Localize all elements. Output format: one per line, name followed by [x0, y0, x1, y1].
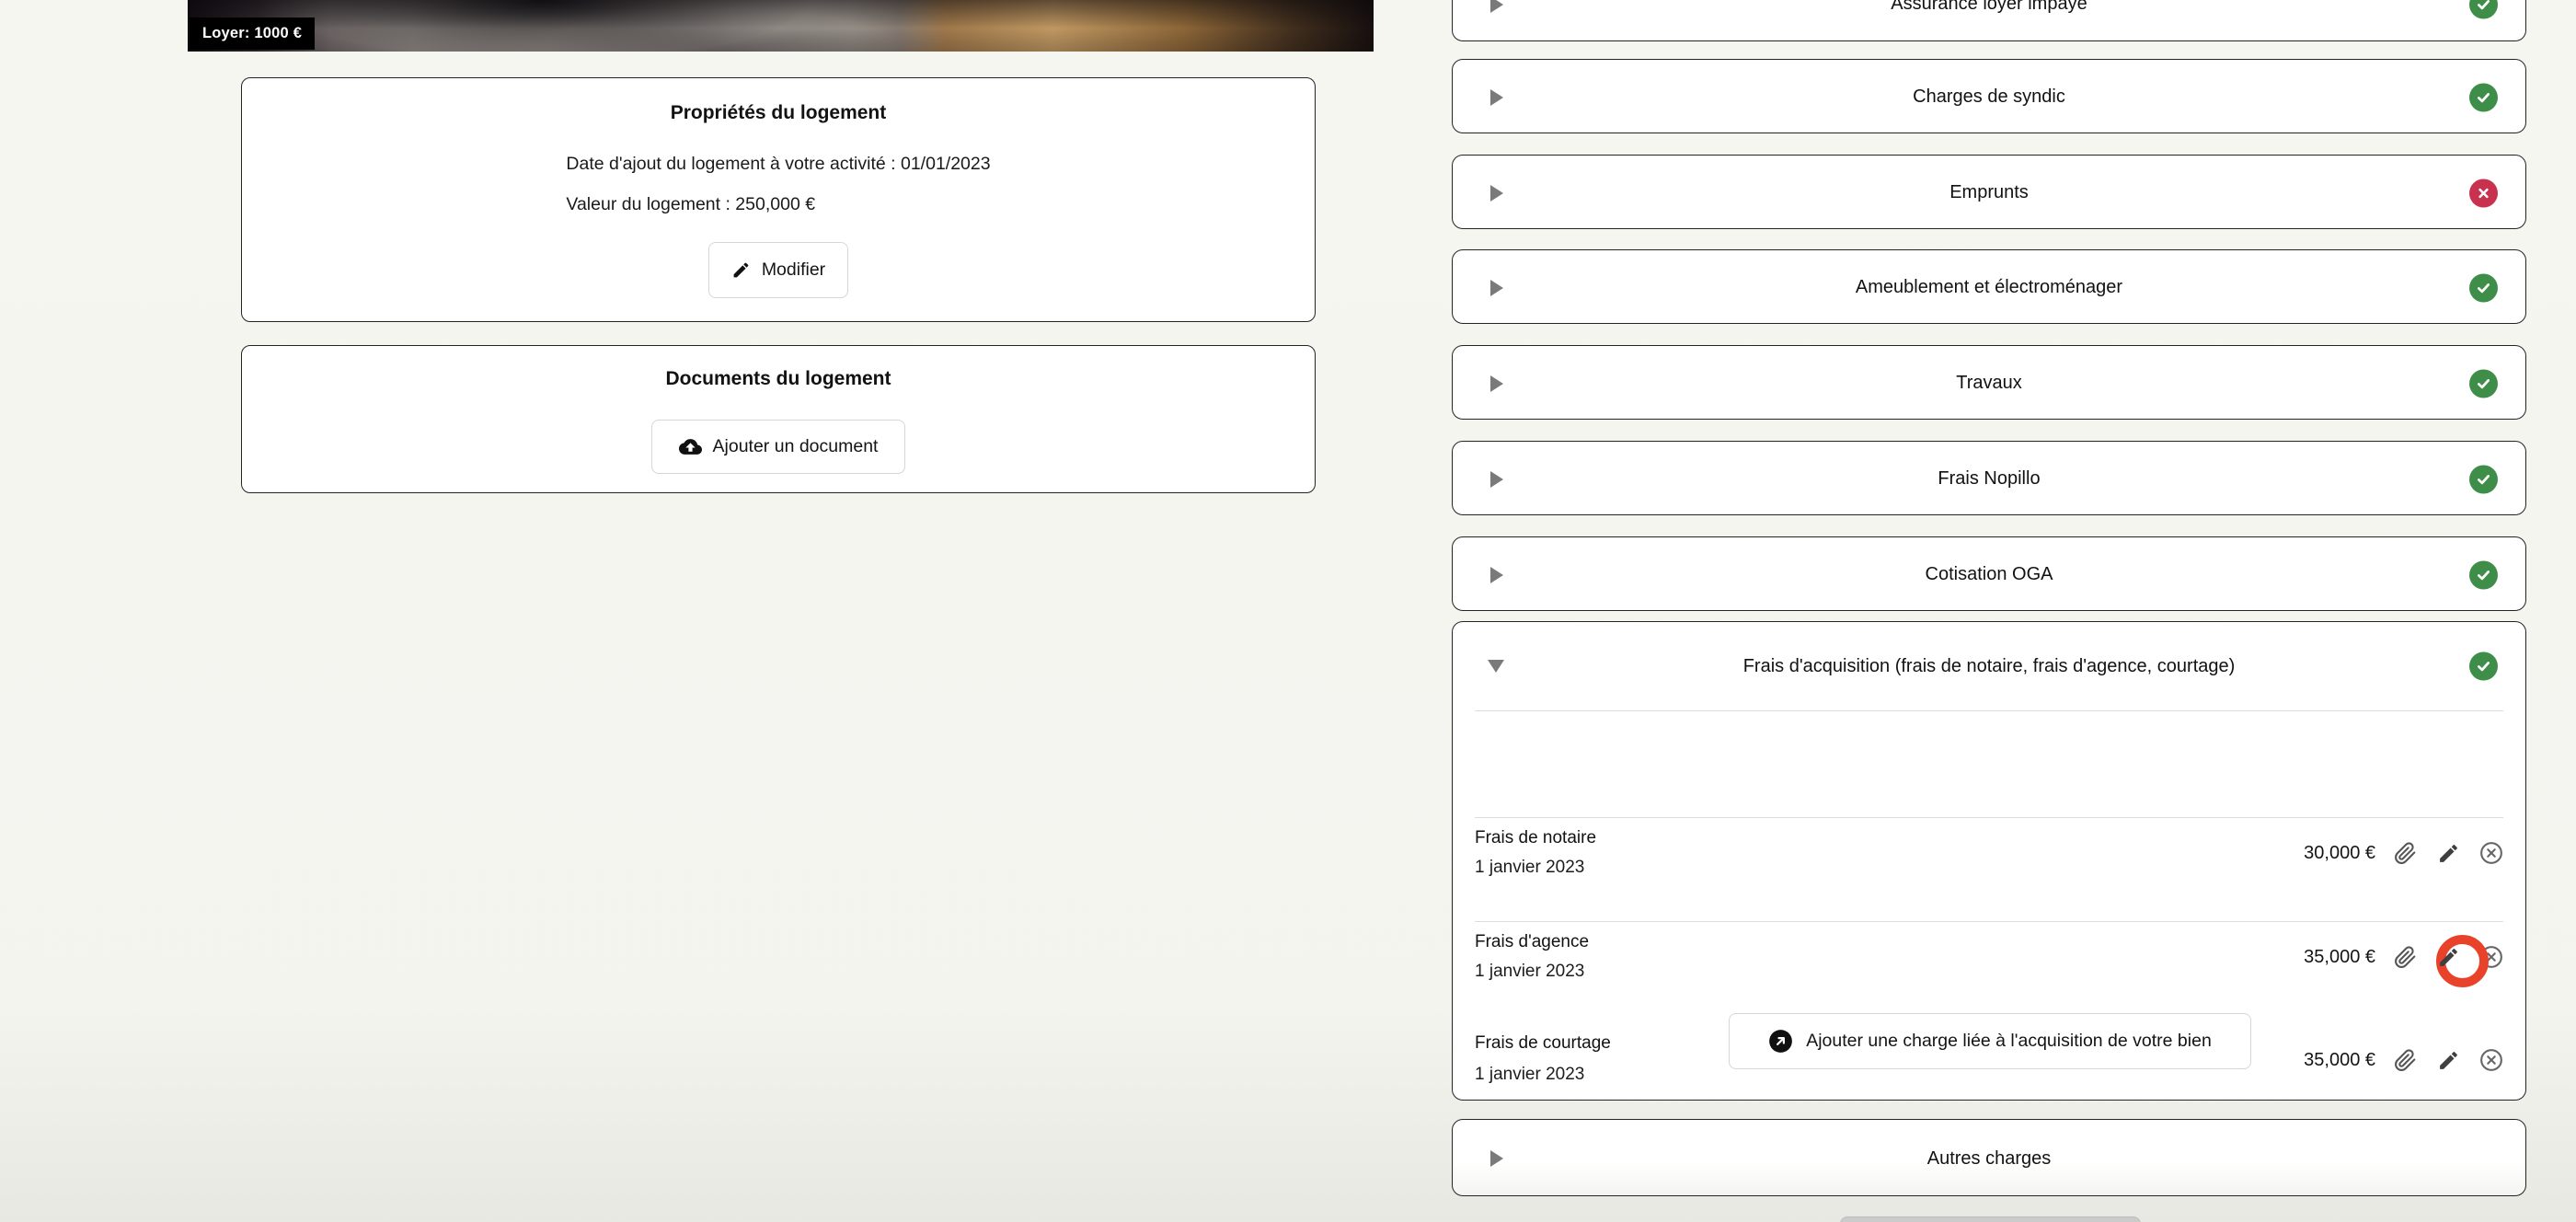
accordion-label: Frais d'acquisition (frais de notaire, f… [1742, 655, 2236, 676]
status-ok-icon [2469, 83, 2498, 111]
edit-icon[interactable] [2434, 943, 2462, 971]
status-error-icon [2469, 179, 2498, 207]
accordion-label: Autres charges [1926, 1147, 2052, 1169]
property-added-date: Date d'ajout du logement à votre activit… [566, 154, 991, 174]
properties-card: Propriétés du logement Date d'ajout du l… [241, 77, 1316, 322]
fee-name: Frais de courtage [1475, 1033, 1611, 1053]
fee-date: 1 janvier 2023 [1475, 858, 1585, 877]
fee-date: 1 janvier 2023 [1475, 1065, 1585, 1084]
status-ok-icon [2469, 651, 2498, 681]
attachment-icon[interactable] [2391, 1046, 2419, 1074]
chevron-right-icon [1490, 184, 1503, 202]
fee-date: 1 janvier 2023 [1475, 962, 1585, 981]
accordion-assurance-loyer-impaye: Assurance loyer impayé [1452, 0, 2526, 41]
chevron-right-icon [1490, 375, 1503, 392]
attachment-icon[interactable] [2391, 839, 2419, 867]
accordion-charges-de-syndic: Charges de syndic [1452, 59, 2526, 133]
accordion-header[interactable]: Emprunts [1453, 156, 2525, 230]
property-photo: Loyer: 1000 € [188, 0, 1374, 52]
properties-card-title: Propriétés du logement [670, 102, 887, 123]
chevron-down-icon [1488, 660, 1504, 673]
divider [1475, 710, 2503, 711]
accordion-autres-charges: Autres charges [1452, 1119, 2526, 1196]
accordion-header[interactable]: Travaux [1453, 346, 2525, 421]
accordion-cotisation-oga: Cotisation OGA [1452, 536, 2526, 611]
fee-name: Frais d'agence [1475, 932, 1590, 951]
rent-badge: Loyer: 1000 € [190, 17, 316, 50]
fee-name: Frais de notaire [1475, 828, 1597, 847]
documents-card: Documents du logement Ajouter un documen… [241, 345, 1316, 493]
edit-property-button[interactable]: Modifier [708, 242, 848, 298]
cloud-upload-icon [678, 435, 702, 458]
accordion-ameublement: Ameublement et électroménager [1452, 249, 2526, 324]
fee-amount: 30,000 € [2304, 842, 2375, 863]
accordion-header[interactable]: Charges de syndic [1453, 60, 2525, 134]
accordion-label: Assurance loyer impayé [1891, 0, 2087, 14]
pencil-icon [731, 260, 751, 280]
chevron-right-icon [1490, 470, 1503, 488]
add-charge-label: Ajouter une charge liée à l'acquisition … [1806, 1031, 2212, 1051]
delete-icon[interactable] [2478, 1046, 2505, 1074]
accordion-label: Frais Nopillo [1938, 468, 2041, 489]
accordion-header[interactable]: Cotisation OGA [1453, 537, 2525, 612]
accordion-header[interactable]: Autres charges [1453, 1120, 2525, 1197]
fee-amount: 35,000 € [2304, 1049, 2375, 1070]
add-document-button[interactable]: Ajouter un document [651, 420, 905, 474]
status-ok-icon [2469, 560, 2498, 589]
chevron-right-icon [1490, 566, 1503, 583]
attachment-icon[interactable] [2391, 943, 2419, 971]
status-ok-icon [2469, 465, 2498, 493]
accordion-label: Charges de syndic [1913, 86, 2065, 107]
chevron-right-icon [1490, 279, 1503, 296]
accordion-travaux: Travaux [1452, 345, 2526, 420]
accordion-header[interactable]: Frais d'acquisition (frais de notaire, f… [1453, 622, 2525, 710]
accordion-header[interactable]: Frais Nopillo [1453, 442, 2525, 516]
status-ok-icon [2469, 0, 2498, 18]
documents-card-title: Documents du logement [665, 368, 891, 389]
status-ok-icon [2469, 273, 2498, 302]
chevron-right-icon [1490, 88, 1503, 106]
divider [1475, 817, 2503, 818]
accordion-header[interactable]: Assurance loyer impayé [1453, 0, 2525, 41]
accordion-label: Travaux [1956, 373, 2022, 393]
accordion-label: Emprunts [1949, 182, 2029, 202]
property-value: Valeur du logement : 250,000 € [566, 194, 816, 214]
add-acquisition-charge-button[interactable]: Ajouter une charge liée à l'acquisition … [1729, 1013, 2251, 1069]
chevron-right-icon [1490, 1150, 1503, 1167]
accordion-label: Cotisation OGA [1925, 564, 2053, 584]
add-document-label: Ajouter un document [712, 436, 879, 456]
delete-icon[interactable] [2478, 839, 2505, 867]
accordion-frais-nopillo: Frais Nopillo [1452, 441, 2526, 515]
fee-amount: 35,000 € [2304, 946, 2375, 967]
divider [1475, 921, 2503, 922]
accordion-header[interactable]: Ameublement et électroménager [1453, 250, 2525, 325]
accordion-emprunts: Emprunts [1452, 155, 2526, 229]
accordion-frais-acquisition: Frais d'acquisition (frais de notaire, f… [1452, 621, 2526, 1101]
arrow-up-right-circle-icon [1768, 1029, 1793, 1054]
edit-icon[interactable] [2434, 839, 2462, 867]
edit-button-label: Modifier [761, 259, 826, 280]
chevron-right-icon [1490, 0, 1503, 13]
below-fold-element[interactable] [1840, 1216, 2141, 1222]
edit-icon[interactable] [2434, 1046, 2462, 1074]
status-ok-icon [2469, 369, 2498, 398]
accordion-label: Ameublement et électroménager [1855, 277, 2123, 297]
